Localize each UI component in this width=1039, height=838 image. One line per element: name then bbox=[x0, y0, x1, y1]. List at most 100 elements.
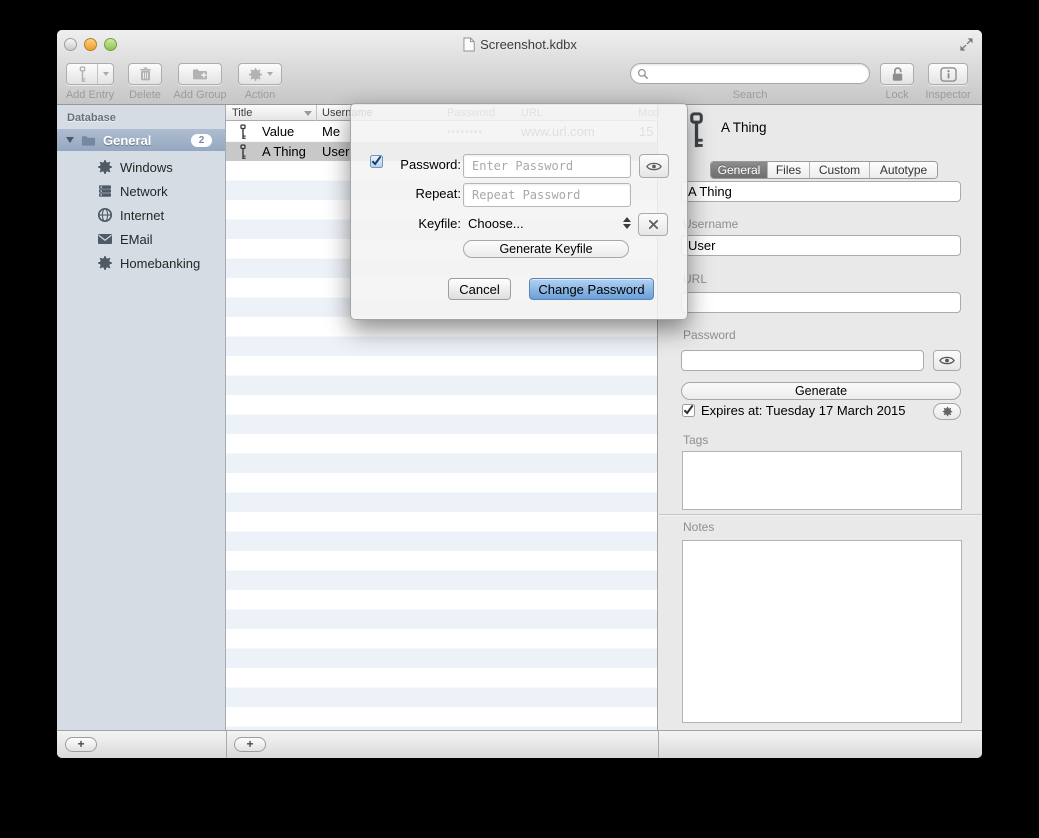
sidebar-item-windows[interactable]: Windows bbox=[57, 155, 225, 179]
change-password-dialog: Password: Repeat: Keyfile: Choose... Gen… bbox=[350, 103, 688, 320]
notes-label: Notes bbox=[683, 520, 714, 534]
folder-icon bbox=[81, 133, 96, 148]
sidebar-section-header: Database bbox=[67, 112, 116, 124]
cancel-button[interactable]: Cancel bbox=[448, 278, 511, 300]
key-icon bbox=[238, 124, 248, 140]
minimize-button[interactable] bbox=[84, 38, 97, 51]
action-label: Action bbox=[245, 89, 276, 101]
gear-icon bbox=[248, 67, 263, 82]
tab-autotype[interactable]: Autotype bbox=[870, 162, 937, 178]
username-field[interactable] bbox=[681, 235, 961, 256]
add-entry-button[interactable] bbox=[66, 63, 114, 85]
divider bbox=[659, 514, 982, 515]
delete-label: Delete bbox=[129, 89, 161, 101]
titlebar[interactable]: Screenshot.kdbx bbox=[57, 30, 982, 60]
password-enabled-checkbox[interactable] bbox=[370, 155, 383, 168]
notes-input[interactable] bbox=[682, 540, 962, 723]
zoom-button[interactable] bbox=[104, 38, 117, 51]
change-password-button[interactable]: Change Password bbox=[529, 278, 654, 300]
action-button[interactable] bbox=[238, 63, 282, 85]
search-icon bbox=[637, 68, 649, 80]
inspector-label: Inspector bbox=[925, 89, 970, 101]
expires-checkbox[interactable] bbox=[682, 404, 695, 417]
check-icon bbox=[683, 404, 694, 415]
clear-keyfile-button[interactable] bbox=[638, 213, 668, 236]
stepper-icon[interactable] bbox=[623, 217, 631, 229]
generate-password-button[interactable]: Generate bbox=[681, 382, 961, 400]
dialog-show-password-button[interactable] bbox=[639, 154, 669, 178]
expires-settings-button[interactable] bbox=[933, 403, 961, 420]
mail-icon bbox=[97, 231, 113, 247]
close-button[interactable] bbox=[64, 38, 77, 51]
password-label: Password bbox=[683, 328, 736, 342]
keyfile-popup-button[interactable]: Choose... bbox=[468, 216, 524, 231]
sidebar-item-label: Windows bbox=[120, 160, 173, 175]
eye-icon bbox=[646, 161, 662, 172]
sidebar-item-email[interactable]: EMail bbox=[57, 227, 225, 251]
cell-username: User bbox=[322, 144, 349, 159]
username-label: Username bbox=[683, 217, 738, 231]
search-label: Search bbox=[733, 89, 768, 101]
search-input[interactable] bbox=[649, 66, 863, 82]
dialog-password-label: Password: bbox=[387, 157, 461, 172]
add-group-button[interactable] bbox=[178, 63, 222, 85]
url-field[interactable] bbox=[681, 292, 961, 313]
window-title: Screenshot.kdbx bbox=[462, 37, 577, 52]
cell-username: Me bbox=[322, 124, 340, 139]
dialog-password-input[interactable] bbox=[463, 154, 631, 178]
tags-input[interactable] bbox=[682, 451, 962, 510]
window-chrome: Screenshot.kdbx Add Entry Delete bbox=[57, 30, 982, 105]
sidebar: Database General 2 Windows Network Inter… bbox=[57, 105, 226, 730]
gear-icon bbox=[942, 406, 953, 417]
tab-files[interactable]: Files bbox=[768, 162, 810, 178]
sidebar-item-label: Internet bbox=[120, 208, 164, 223]
lock-button[interactable] bbox=[880, 63, 914, 85]
inspector-button[interactable] bbox=[928, 63, 968, 85]
key-icon bbox=[78, 66, 87, 83]
lock-open-icon bbox=[890, 66, 905, 83]
dialog-repeat-input[interactable] bbox=[463, 183, 631, 207]
sidebar-item-homebanking[interactable]: Homebanking bbox=[57, 251, 225, 275]
search-field[interactable] bbox=[630, 63, 870, 84]
show-password-button[interactable] bbox=[933, 350, 961, 371]
expires-row: Expires at: Tuesday 17 March 2015 bbox=[682, 403, 906, 418]
sort-indicator-icon bbox=[304, 111, 312, 116]
sidebar-item-internet[interactable]: Internet bbox=[57, 203, 225, 227]
check-icon bbox=[371, 155, 382, 166]
info-icon bbox=[940, 67, 957, 82]
fullscreen-icon[interactable] bbox=[959, 37, 974, 52]
generate-keyfile-button[interactable]: Generate Keyfile bbox=[463, 240, 629, 258]
tab-custom[interactable]: Custom bbox=[810, 162, 870, 178]
tab-general[interactable]: General bbox=[711, 162, 768, 178]
add-group-label: Add Group bbox=[173, 89, 226, 101]
expires-label: Expires at: Tuesday 17 March 2015 bbox=[701, 403, 906, 418]
group-badge: 2 bbox=[191, 134, 212, 147]
key-icon bbox=[687, 111, 706, 150]
close-icon bbox=[648, 219, 659, 230]
dialog-repeat-label: Repeat: bbox=[387, 186, 461, 201]
sidebar-item-label: Network bbox=[120, 184, 168, 199]
add-entry-dropdown[interactable] bbox=[98, 64, 113, 84]
bottom-bar: + + bbox=[57, 730, 982, 758]
gear-icon bbox=[97, 255, 113, 271]
inspector-tabs: General Files Custom Autotype bbox=[710, 161, 938, 179]
cell-title: A Thing bbox=[262, 144, 306, 159]
password-field[interactable] bbox=[681, 350, 924, 371]
delete-button[interactable] bbox=[128, 63, 162, 85]
app-window: Screenshot.kdbx Add Entry Delete bbox=[57, 30, 982, 758]
column-header-title[interactable]: Title bbox=[232, 107, 252, 119]
inspector-entry-title: A Thing bbox=[721, 120, 767, 135]
sidebar-item-label: Homebanking bbox=[120, 256, 200, 271]
folder-plus-icon bbox=[192, 66, 208, 82]
globe-icon bbox=[97, 207, 113, 223]
add-group-plus-button[interactable]: + bbox=[65, 737, 97, 752]
add-entry-plus-button[interactable]: + bbox=[234, 737, 266, 752]
gear-icon bbox=[97, 159, 113, 175]
inspector-panel: A Thing General Files Custom Autotype Us… bbox=[659, 105, 982, 730]
trash-icon bbox=[138, 66, 153, 82]
lock-label: Lock bbox=[885, 89, 908, 101]
disclosure-triangle-icon[interactable] bbox=[66, 137, 74, 143]
sidebar-group-general[interactable]: General 2 bbox=[57, 129, 225, 151]
sidebar-item-network[interactable]: Network bbox=[57, 179, 225, 203]
title-field[interactable] bbox=[681, 181, 961, 202]
